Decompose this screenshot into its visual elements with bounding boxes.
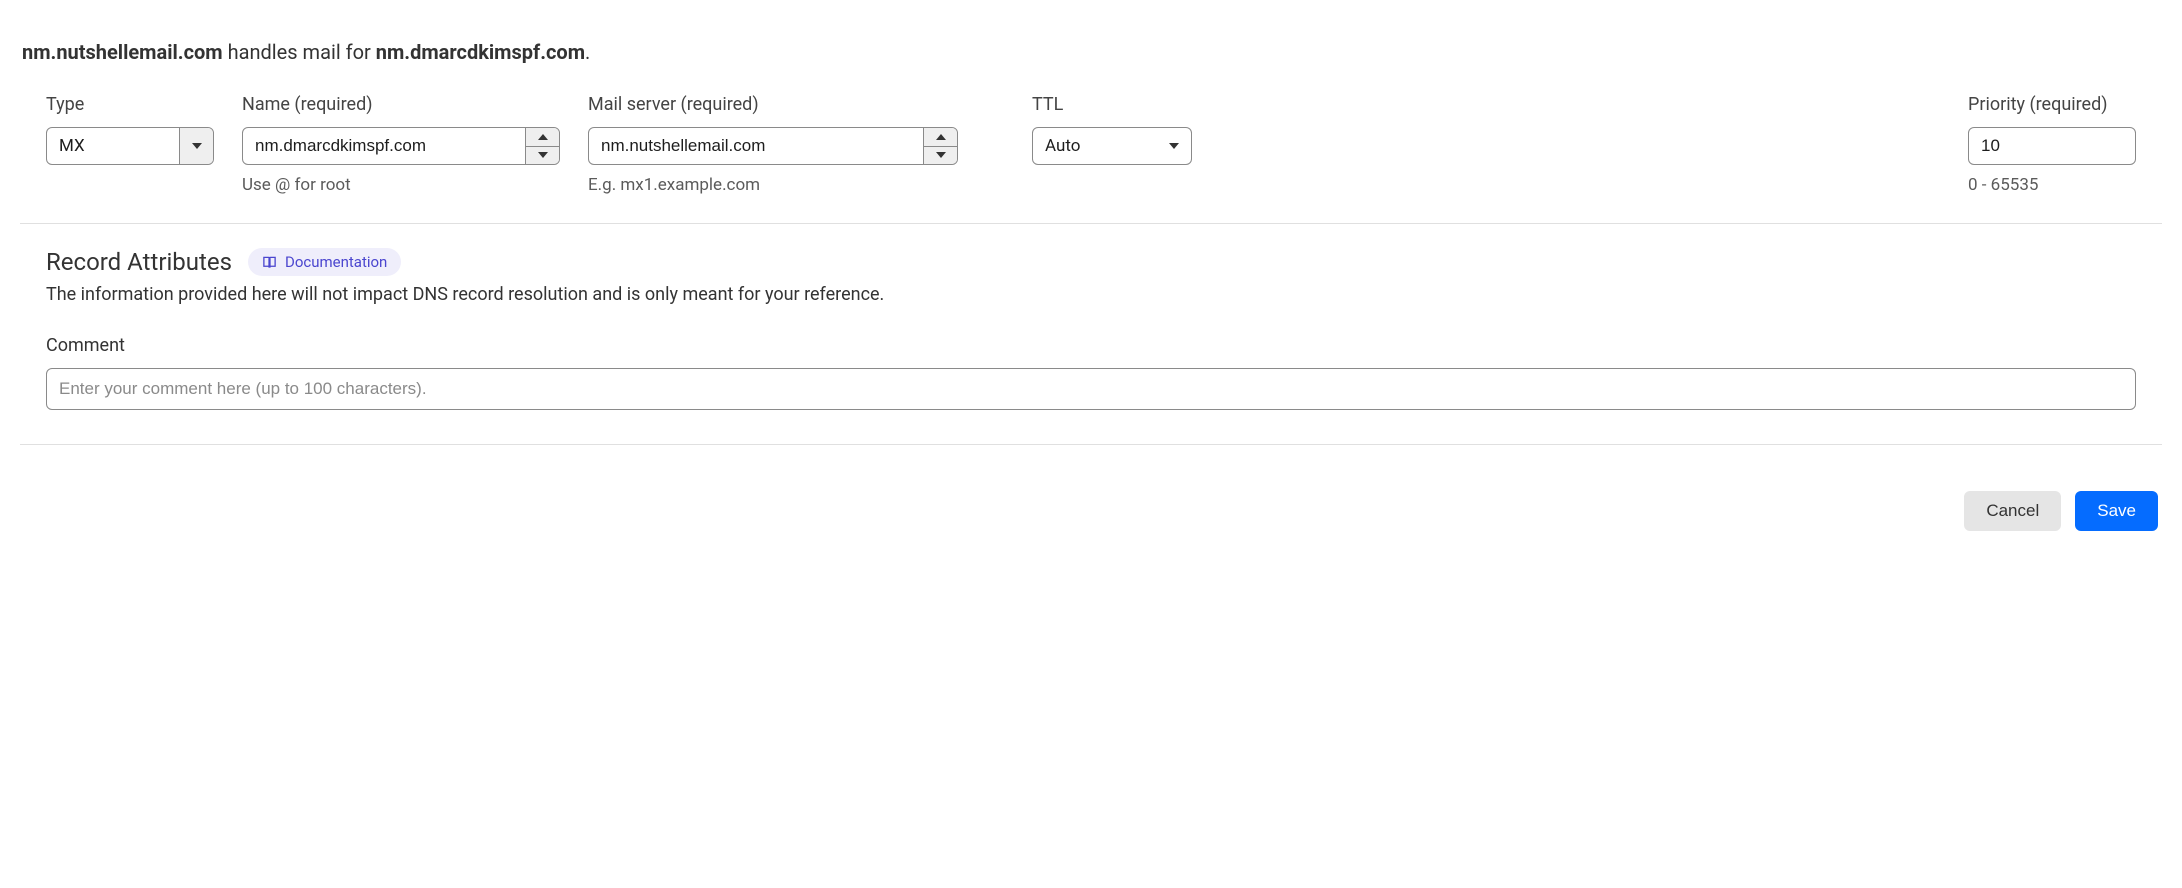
cancel-button[interactable]: Cancel (1964, 491, 2061, 531)
divider (20, 223, 2162, 224)
name-combo[interactable] (242, 127, 560, 165)
field-type: Type MX (46, 94, 214, 195)
mail-spinner-down[interactable] (924, 146, 957, 165)
summary-domain: nm.dmarcdkimspf.com (376, 40, 585, 64)
priority-label: Priority (required) (1968, 94, 2136, 115)
record-attributes-description: The information provided here will not i… (46, 284, 2136, 305)
record-fields-row: Type MX Name (required) Use @ for root M… (20, 94, 2162, 223)
save-button[interactable]: Save (2075, 491, 2158, 531)
record-attributes-title: Record Attributes (46, 248, 232, 276)
mail-combo[interactable] (588, 127, 958, 165)
name-helper: Use @ for root (242, 175, 560, 195)
ttl-value: Auto (1045, 136, 1080, 156)
type-value: MX (47, 128, 179, 164)
priority-helper: 0 - 65535 (1968, 175, 2136, 195)
divider (20, 444, 2162, 445)
mail-helper: E.g. mx1.example.com (588, 175, 958, 195)
record-attributes-section: Record Attributes Documentation The info… (20, 248, 2162, 410)
summary-mail-server: nm.nutshellemail.com (22, 40, 223, 64)
ttl-label: TTL (1032, 94, 1192, 115)
mail-spinner[interactable] (923, 128, 957, 164)
chevron-down-icon (1169, 143, 1179, 149)
form-footer: Cancel Save (20, 469, 2162, 535)
chevron-up-icon (936, 134, 946, 140)
comment-input[interactable] (46, 368, 2136, 410)
summary-mid: handles mail for (223, 40, 376, 64)
mail-spinner-up[interactable] (924, 128, 957, 146)
priority-input[interactable] (1968, 127, 2136, 165)
name-input[interactable] (243, 128, 525, 164)
summary-trailing: . (585, 40, 590, 64)
documentation-label: Documentation (285, 253, 387, 271)
name-spinner-down[interactable] (526, 146, 559, 165)
name-spinner[interactable] (525, 128, 559, 164)
type-label: Type (46, 94, 214, 115)
chevron-down-icon (192, 143, 202, 149)
name-spinner-up[interactable] (526, 128, 559, 146)
field-mail-server: Mail server (required) E.g. mx1.example.… (588, 94, 958, 195)
mail-label: Mail server (required) (588, 94, 958, 115)
summary-sentence: nm.nutshellemail.com handles mail for nm… (22, 40, 2160, 64)
chevron-down-icon (538, 152, 548, 158)
field-ttl: TTL Auto (1032, 94, 1192, 195)
type-dropdown-button[interactable] (179, 128, 213, 164)
comment-label: Comment (46, 335, 2136, 356)
chevron-up-icon (538, 134, 548, 140)
documentation-link[interactable]: Documentation (248, 248, 401, 276)
field-priority: Priority (required) 0 - 65535 (1968, 94, 2136, 195)
mail-input[interactable] (589, 128, 923, 164)
name-label: Name (required) (242, 94, 560, 115)
book-icon (262, 255, 277, 270)
chevron-down-icon (936, 152, 946, 158)
field-name: Name (required) Use @ for root (242, 94, 560, 195)
ttl-select[interactable]: Auto (1032, 127, 1192, 165)
type-select[interactable]: MX (46, 127, 214, 165)
